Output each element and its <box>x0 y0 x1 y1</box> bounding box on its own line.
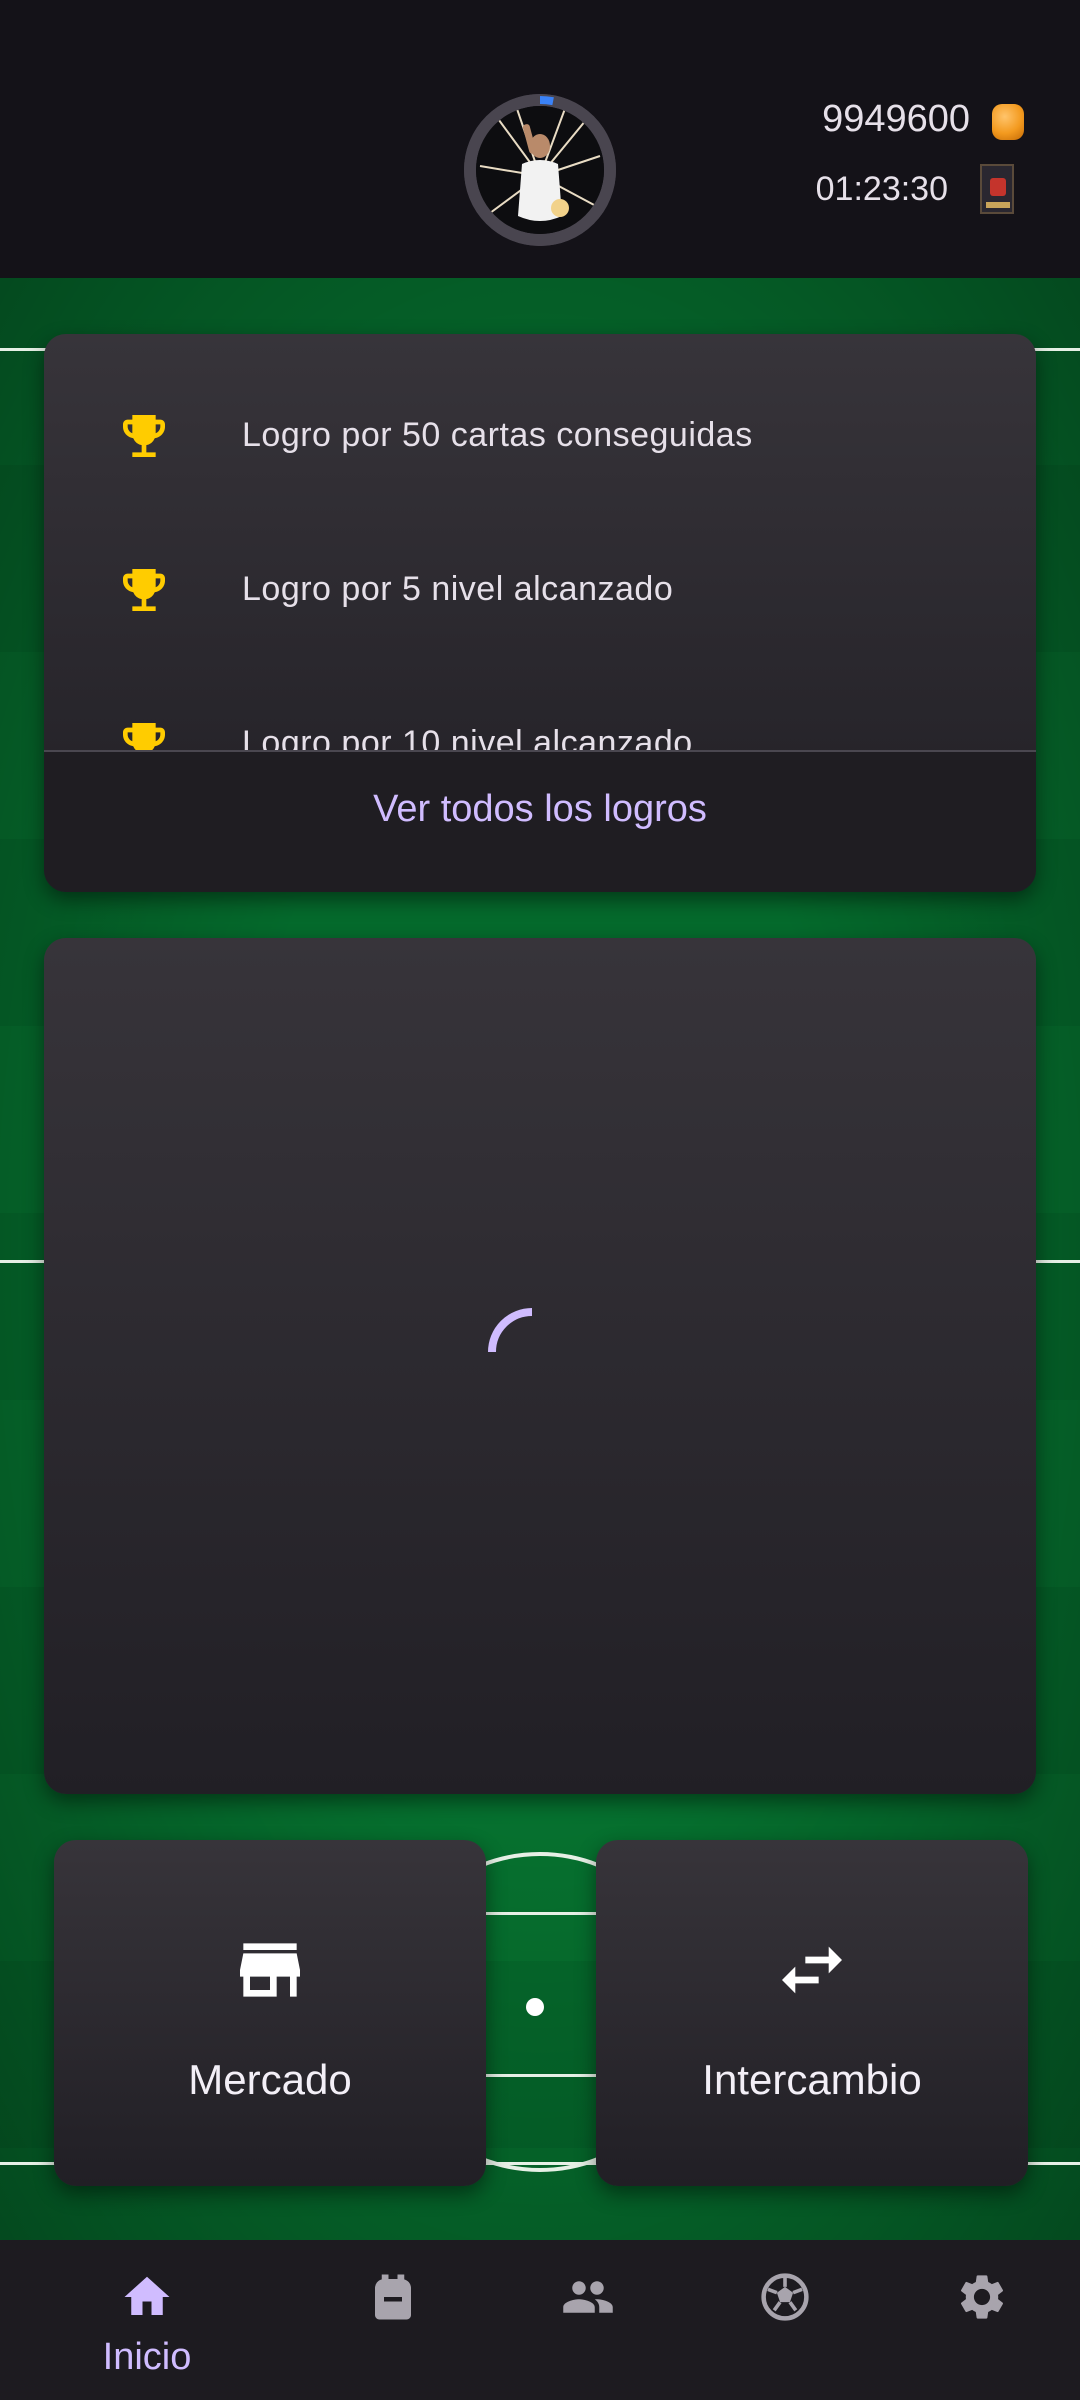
achievement-item[interactable]: Logro por 5 nivel alcanzado <box>44 550 1036 650</box>
achievements-footer: Ver todos los logros <box>44 752 1036 892</box>
nav-item-home[interactable]: Inicio <box>87 2270 207 2380</box>
trophy-icon <box>123 723 165 750</box>
loading-spinner-icon <box>488 1308 533 1353</box>
achievements-list[interactable]: Logro por 50 cartas conseguidas Logro po… <box>44 334 1036 750</box>
content-card <box>44 938 1036 1794</box>
nav-label-home: Inicio <box>102 2336 192 2378</box>
people-icon <box>563 2281 613 2313</box>
nav-item-settings[interactable] <box>922 2270 1042 2380</box>
gear-icon <box>960 2275 1004 2319</box>
trade-button[interactable]: Intercambio <box>596 1840 1028 2186</box>
nav-item-match[interactable] <box>725 2270 845 2380</box>
trophy-icon <box>123 569 165 611</box>
swap-arrows-icon <box>782 1946 842 1994</box>
pack-timer: 01:23:30 <box>815 170 948 208</box>
market-label: Mercado <box>188 2056 352 2103</box>
soccer-ball-icon <box>761 2273 809 2321</box>
achievement-label: Logro por 5 nivel alcanzado <box>242 570 674 608</box>
achievement-item[interactable]: Logro por 50 cartas conseguidas <box>44 396 1036 496</box>
achievements-card: Logro por 50 cartas conseguidas Logro po… <box>44 334 1036 892</box>
storefront-icon <box>240 1943 300 1997</box>
coin-balance: 9949600 <box>822 98 970 140</box>
trophy-icon <box>123 415 165 457</box>
nav-item-friends[interactable] <box>528 2270 648 2380</box>
backpack-icon <box>375 2274 411 2320</box>
achievement-label: Logro por 10 nivel alcanzado <box>242 724 693 750</box>
bottom-navigation: Inicio <box>0 2240 1080 2400</box>
avatar <box>476 106 604 234</box>
see-all-achievements-button[interactable]: Ver todos los logros <box>44 788 1036 831</box>
player-card-image <box>476 106 604 234</box>
achievement-label: Logro por 50 cartas conseguidas <box>242 416 753 454</box>
market-button[interactable]: Mercado <box>54 1840 486 2186</box>
home-icon <box>124 2276 170 2315</box>
player-avatar-button[interactable] <box>464 94 616 246</box>
card-pack-icon[interactable] <box>980 164 1014 214</box>
center-spot <box>526 1998 544 2016</box>
top-bar: 9949600 01:23:30 <box>0 0 1080 278</box>
trade-label: Intercambio <box>702 2056 922 2103</box>
achievement-item[interactable]: Logro por 10 nivel alcanzado <box>44 704 1036 750</box>
nav-item-collection[interactable] <box>333 2270 453 2380</box>
coin-icon <box>992 104 1024 140</box>
